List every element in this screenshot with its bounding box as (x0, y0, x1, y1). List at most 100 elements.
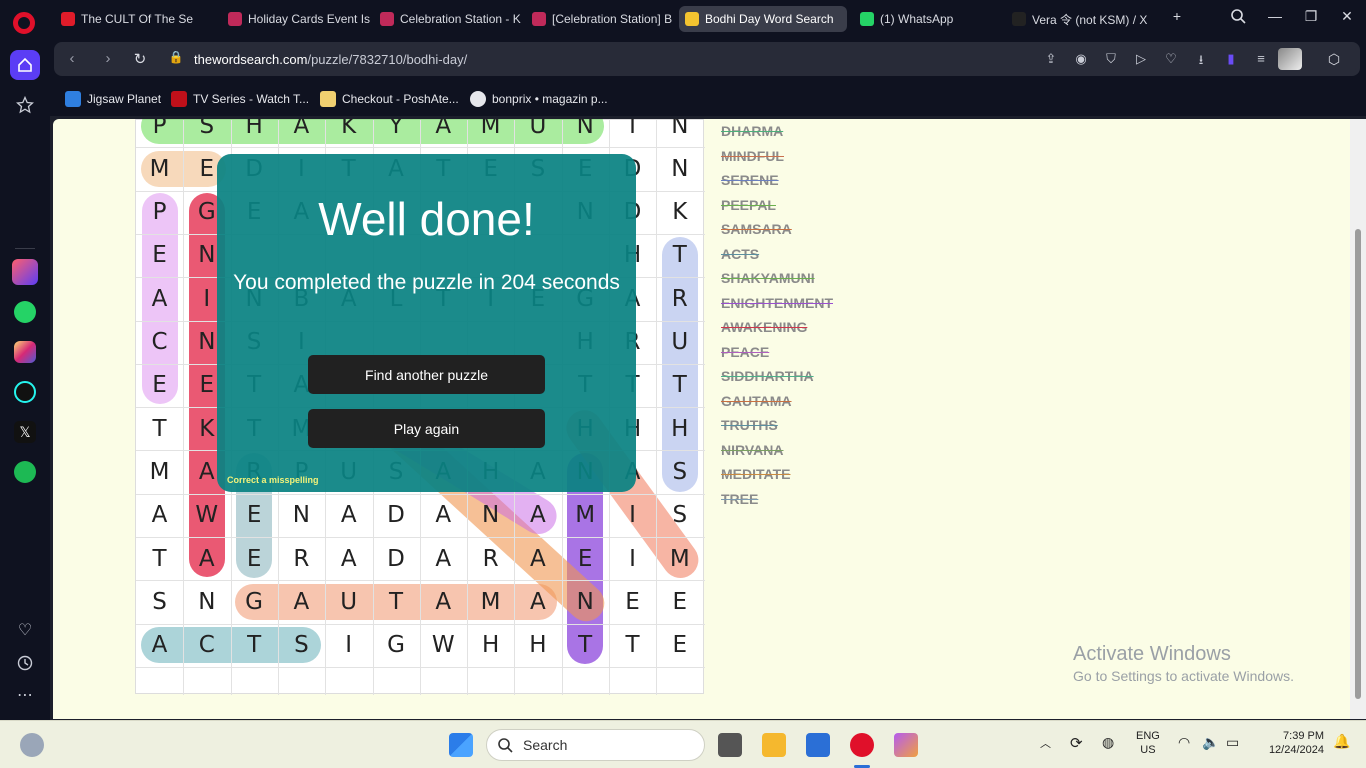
grid-cell[interactable]: H (231, 119, 278, 147)
task-view-icon[interactable] (718, 733, 742, 757)
page-scrollbar[interactable] (1350, 119, 1366, 719)
grid-cell[interactable]: T (562, 624, 609, 667)
grid-cell[interactable]: S (278, 624, 325, 667)
instagram-icon[interactable] (10, 337, 40, 367)
grid-cell[interactable]: U (514, 119, 561, 147)
grid-cell[interactable]: T (136, 407, 183, 450)
battery-icon[interactable]: ▭ (1226, 734, 1239, 751)
grid-cell[interactable]: E (562, 537, 609, 580)
correct-misspelling-link[interactable]: Correct a misspelling (227, 475, 319, 485)
tab-7[interactable]: Vera 令 (not KSM) / X (1006, 6, 1154, 32)
network-globe-icon[interactable]: ◍ (1102, 734, 1114, 751)
grid-cell[interactable]: R (278, 537, 325, 580)
grid-cell[interactable]: H (656, 407, 703, 450)
new-tab-button[interactable]: + (1166, 8, 1188, 24)
chevron-up-icon[interactable]: ︿ (1040, 735, 1051, 751)
volume-icon[interactable]: 🔈 (1202, 734, 1219, 751)
tab-4[interactable]: [Celebration Station] B (526, 6, 674, 32)
battery-saver-icon[interactable]: ▮ (1222, 51, 1240, 67)
grid-cell[interactable]: K (656, 191, 703, 234)
grid-cell[interactable]: T (136, 537, 183, 580)
clock[interactable]: 7:39 PM 12/24/2024 (1258, 730, 1324, 756)
opera-logo-icon[interactable] (13, 12, 35, 34)
app-icon[interactable] (894, 733, 918, 757)
tab-2[interactable]: Holiday Cards Event Is (222, 6, 370, 32)
windows-start-icon[interactable] (449, 733, 473, 757)
weather-icon[interactable] (20, 733, 44, 757)
star-icon[interactable] (10, 90, 40, 120)
x-twitter-icon[interactable]: 𝕏 (10, 417, 40, 447)
grid-cell[interactable]: W (420, 624, 467, 667)
share-icon[interactable]: ⇪ (1042, 51, 1060, 67)
grid-cell[interactable]: T (373, 580, 420, 623)
grid-cell[interactable]: A (514, 580, 561, 623)
grid-cell[interactable]: C (136, 321, 183, 364)
grid-cell[interactable]: A (420, 119, 467, 147)
tab-3[interactable]: Celebration Station - K (374, 6, 522, 32)
grid-cell[interactable]: A (183, 537, 230, 580)
grid-cell[interactable]: D (373, 537, 420, 580)
grid-cell[interactable]: E (609, 580, 656, 623)
grid-cell[interactable]: E (136, 364, 183, 407)
heart-icon[interactable]: ♡ (10, 615, 40, 645)
grid-cell[interactable]: P (136, 191, 183, 234)
wifi-icon[interactable]: ◠ (1178, 734, 1190, 751)
heart-bookmark-icon[interactable]: ♡ (1162, 51, 1180, 67)
grid-cell[interactable]: A (420, 494, 467, 537)
spotify-icon[interactable] (10, 457, 40, 487)
profile-avatar[interactable] (1278, 48, 1302, 70)
language-indicator[interactable]: ENG US (1136, 730, 1160, 756)
play-again-button[interactable]: Play again (308, 409, 545, 448)
grid-cell[interactable]: S (136, 580, 183, 623)
grid-cell[interactable]: H (514, 624, 561, 667)
grid-cell[interactable]: C (183, 624, 230, 667)
grid-cell[interactable]: A (420, 580, 467, 623)
grid-cell[interactable]: A (514, 537, 561, 580)
grid-cell[interactable]: K (325, 119, 372, 147)
grid-cell[interactable]: A (325, 494, 372, 537)
home-icon[interactable] (10, 50, 40, 80)
url-field[interactable]: ‹ › ↻ 🔒 thewordsearch.com/puzzle/7832710… (54, 42, 1360, 76)
tab-5[interactable]: Bodhi Day Word Search (679, 6, 847, 32)
grid-cell[interactable]: T (609, 624, 656, 667)
grid-cell[interactable]: E (656, 580, 703, 623)
search-tabs-icon[interactable] (1227, 8, 1249, 27)
grid-cell[interactable]: N (467, 494, 514, 537)
bookmark-bonprix[interactable]: bonprix • magazin p... (470, 91, 608, 107)
grid-cell[interactable]: E (136, 234, 183, 277)
grid-cell[interactable]: G (373, 624, 420, 667)
grid-cell[interactable]: M (562, 494, 609, 537)
grid-cell[interactable]: I (609, 494, 656, 537)
restore-button[interactable]: ❐ (1300, 8, 1322, 25)
grid-cell[interactable]: A (325, 537, 372, 580)
play-icon[interactable]: ▷ (1132, 51, 1150, 67)
bookmark-tv-series[interactable]: TV Series - Watch T... (171, 91, 309, 107)
grid-cell[interactable]: N (562, 580, 609, 623)
grid-cell[interactable]: P (136, 119, 183, 147)
extensions-cube-icon[interactable]: ⬡ (1312, 42, 1356, 76)
grid-cell[interactable]: T (656, 234, 703, 277)
more-icon[interactable]: ⋯ (10, 680, 40, 710)
grid-cell[interactable]: A (278, 580, 325, 623)
sync-icon[interactable]: ⟳ (1070, 734, 1083, 752)
back-icon[interactable]: ‹ (62, 50, 82, 67)
grid-cell[interactable]: A (420, 537, 467, 580)
camera-icon[interactable]: ◉ (1072, 51, 1090, 67)
notification-icon[interactable]: 🔔 (1333, 733, 1350, 750)
grid-cell[interactable]: A (136, 624, 183, 667)
download-icon[interactable]: ⭳ (1192, 51, 1210, 67)
opera-taskbar-icon[interactable] (850, 733, 874, 757)
grid-cell[interactable]: M (136, 147, 183, 190)
easy-setup-icon[interactable]: ≡ (1252, 51, 1270, 67)
grid-cell[interactable]: I (609, 119, 656, 147)
grid-cell[interactable]: N (656, 147, 703, 190)
microsoft-store-icon[interactable] (806, 733, 830, 757)
reload-icon[interactable]: ↻ (130, 50, 150, 68)
grid-cell[interactable]: M (136, 450, 183, 493)
grid-cell[interactable]: M (467, 580, 514, 623)
grid-cell[interactable]: S (183, 119, 230, 147)
minimize-button[interactable]: — (1264, 8, 1286, 24)
taskbar-search[interactable]: Search (486, 729, 705, 761)
grid-cell[interactable]: I (325, 624, 372, 667)
bookmark-poshate[interactable]: Checkout - PoshAte... (320, 91, 459, 107)
